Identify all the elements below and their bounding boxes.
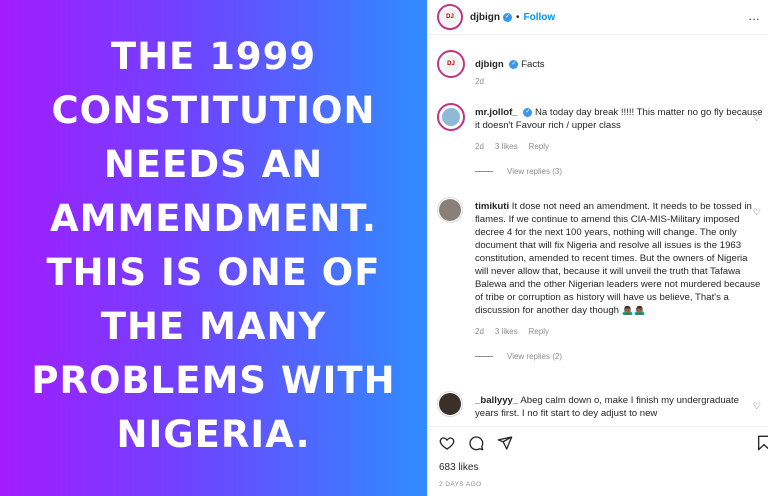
time: 2d xyxy=(475,142,484,151)
share-icon[interactable] xyxy=(497,435,513,451)
view-replies-button[interactable]: View replies (2) xyxy=(475,352,763,361)
list-item: _ballyyy_ Abeg calm down o, make I finis… xyxy=(437,391,763,420)
logo-icon: DJ xyxy=(441,8,459,26)
action-bar xyxy=(428,426,768,455)
comment-body: _ballyyy_ Abeg calm down o, make I finis… xyxy=(475,391,763,420)
avatar[interactable] xyxy=(437,103,465,131)
time: 2d xyxy=(475,77,484,86)
avatar-image xyxy=(439,199,461,221)
post-image-text: THE 1999 CONSTITUTION NEEDS AN AMMENDMEN… xyxy=(31,30,395,462)
caption-username[interactable]: djbign xyxy=(475,59,504,70)
avatar-image xyxy=(442,108,460,126)
reply-button[interactable]: Reply xyxy=(529,327,549,336)
view-replies-button[interactable]: View replies (3) xyxy=(475,167,763,176)
avatar[interactable] xyxy=(437,197,463,223)
header-username[interactable]: djbign xyxy=(470,12,500,23)
list-item: timikuti It dose not need an amendment. … xyxy=(437,197,763,361)
post-text-line: NIGERIA. xyxy=(116,413,311,456)
save-bookmark-icon[interactable] xyxy=(756,435,768,451)
post-text-line: THE 1999 xyxy=(110,35,317,78)
divider xyxy=(475,356,493,357)
like-count[interactable]: 3 likes xyxy=(495,327,518,336)
comment-username[interactable]: _ballyyy_ xyxy=(475,395,518,406)
post-text-line: AMMENDMENT. xyxy=(50,197,377,240)
view-replies-label: View replies (2) xyxy=(507,352,562,361)
comment-text: Na today day break !!!!! This matter no … xyxy=(475,107,763,131)
comment-icon[interactable] xyxy=(468,435,484,451)
logo-icon: DJ xyxy=(442,55,460,73)
comment-meta: 2d 3 likes Reply xyxy=(475,142,763,151)
post-text-line: PROBLEMS WITH xyxy=(31,359,396,402)
comment-text: It dose not need an amendment. It needs … xyxy=(475,201,761,316)
comments-list[interactable]: DJ djbign ✓ Facts 2d mr.jollof_ ✓ Na tod… xyxy=(428,35,768,426)
comment-body: timikuti It dose not need an amendment. … xyxy=(475,197,763,317)
post-text-line: THE MANY xyxy=(100,305,327,348)
like-count[interactable]: 683 likes xyxy=(439,462,478,473)
verified-badge-icon: ✓ xyxy=(509,59,519,69)
post-text-line: NEEDS AN xyxy=(103,143,324,186)
verified-badge-icon: ✓ xyxy=(503,12,512,22)
heart-icon[interactable]: ♡ xyxy=(753,207,761,218)
post-panel: DJ djbign ✓ • Follow … DJ djbign ✓ Facts… xyxy=(427,0,768,496)
more-options-icon[interactable]: … xyxy=(748,9,761,23)
comment-body: mr.jollof_ ✓ Na today day break !!!!! Th… xyxy=(475,103,763,132)
comment-meta: 2d 3 likes Reply xyxy=(475,327,763,336)
post-text-line: THIS IS ONE OF xyxy=(46,251,381,294)
comment-username[interactable]: timikuti xyxy=(475,201,509,212)
divider xyxy=(475,171,493,172)
post-text-line: CONSTITUTION xyxy=(51,89,376,132)
avatar[interactable] xyxy=(437,391,463,417)
post-header: DJ djbign ✓ • Follow … xyxy=(428,0,768,35)
comment-username[interactable]: mr.jollof_ xyxy=(475,107,518,118)
heart-icon[interactable]: ♡ xyxy=(753,401,761,412)
like-count[interactable]: 3 likes xyxy=(495,142,518,151)
like-heart-icon[interactable] xyxy=(439,435,455,451)
caption-body: djbign ✓ Facts xyxy=(475,50,763,71)
post-date: 2 DAYS AGO xyxy=(439,481,482,488)
avatar[interactable]: DJ xyxy=(437,50,465,78)
reply-button[interactable]: Reply xyxy=(529,142,549,151)
follow-button[interactable]: Follow xyxy=(524,12,556,23)
verified-badge-icon: ✓ xyxy=(523,107,533,117)
view-replies-label: View replies (3) xyxy=(507,167,562,176)
time: 2d xyxy=(475,327,484,336)
avatar-image xyxy=(439,393,461,415)
caption-time: 2d xyxy=(475,77,763,86)
heart-icon[interactable]: ♡ xyxy=(753,113,761,124)
list-item: mr.jollof_ ✓ Na today day break !!!!! Th… xyxy=(437,103,763,176)
caption: DJ djbign ✓ Facts 2d xyxy=(437,50,763,86)
avatar[interactable]: DJ xyxy=(437,4,463,30)
caption-text: Facts xyxy=(521,59,545,70)
separator: • xyxy=(516,11,520,23)
post-image[interactable]: THE 1999 CONSTITUTION NEEDS AN AMMENDMEN… xyxy=(0,0,427,496)
